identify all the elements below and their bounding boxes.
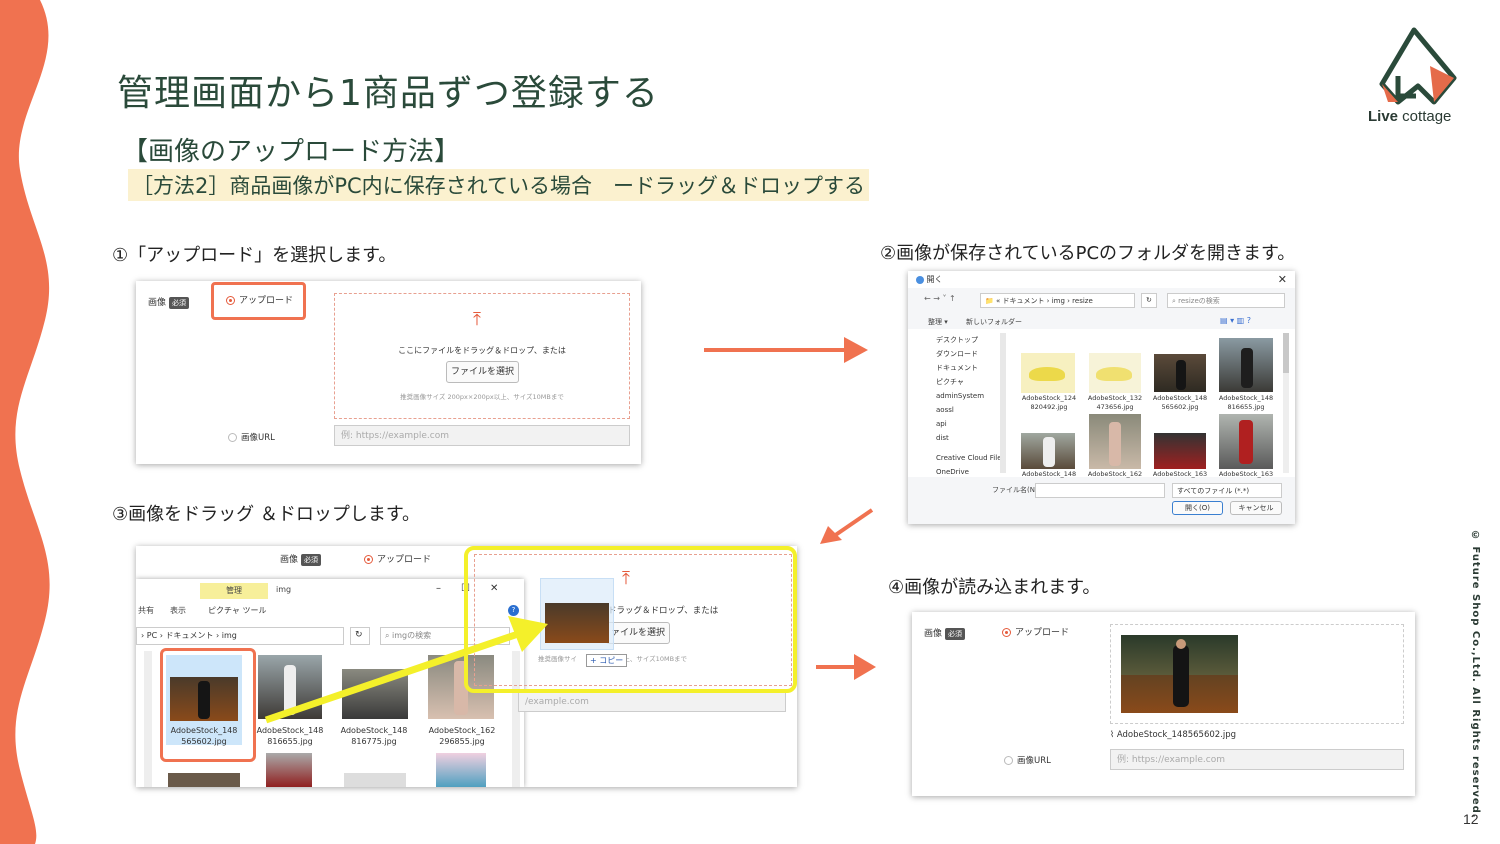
thumbnail-partial[interactable]	[344, 773, 406, 787]
uploaded-filename: ⌇ AdobeStock_148565602.jpg	[1110, 730, 1237, 740]
sidebar-item[interactable]: ピクチャ	[936, 375, 1002, 389]
share-tab[interactable]: 共有	[138, 605, 154, 616]
chrome-icon	[916, 275, 924, 284]
folder-title: img	[276, 585, 292, 594]
dialog-address-bar[interactable]: 📁 « ドキュメント › img › resize	[980, 293, 1135, 308]
close-icon[interactable]: ✕	[1278, 273, 1287, 286]
organize-menu[interactable]: 整理 ▾	[928, 317, 948, 327]
file-name: AdobeStock_148 565602.jpg	[1152, 394, 1208, 411]
method-heading: ［方法2］商品画像がPC内に保存されている場合 ードラッグ＆ドロップする	[128, 169, 870, 201]
file-name: AdobeStock_148	[1021, 470, 1077, 478]
file-dialog-screenshot: 開く ✕ ← → ˅ ↑ 📁 « ドキュメント › img › resize ↻…	[908, 271, 1295, 524]
url-radio[interactable]: 画像URL	[1004, 754, 1051, 766]
filename-input[interactable]	[1035, 483, 1165, 498]
step-4-label: ④画像が読み込まれます。	[888, 577, 1101, 598]
selected-file-highlight	[160, 648, 256, 762]
uploaded-image-preview	[1121, 635, 1238, 713]
view-tab[interactable]: 表示	[170, 605, 186, 616]
url-input[interactable]: /example.com	[518, 692, 786, 712]
manage-tab[interactable]: 管理	[200, 583, 268, 599]
sidebar-item[interactable]: ドキュメント	[936, 361, 1002, 375]
arrow-right-2	[816, 654, 876, 680]
logo-text: Live cottage	[1368, 108, 1452, 125]
highlight-box	[211, 282, 306, 320]
arrow-down-left	[820, 508, 874, 544]
file-name: AdobeStock_163	[1218, 470, 1274, 478]
sidebar-item[interactable]: aossl	[936, 403, 1002, 417]
arrow-right-1	[704, 337, 868, 363]
sidebar-item[interactable]: dist	[936, 431, 1002, 445]
nav-arrows-icon[interactable]: ← → ˅ ↑	[924, 294, 956, 303]
file-name: AdobeStock_148 816655.jpg	[1218, 394, 1274, 411]
cancel-button[interactable]: キャンセル	[1230, 501, 1282, 515]
drag-drop-screenshot: 画像 必須 アップロード 管理 img –☐✕ 共有 表示 ピクチャ ツール ? …	[136, 546, 797, 787]
image-field-label: 画像 必須	[280, 552, 322, 566]
select-file-button[interactable]: ファイルを選択	[446, 361, 519, 383]
thumbnail-woman-autumn[interactable]	[1154, 354, 1206, 392]
thumbnail-woman-red[interactable]	[1219, 414, 1273, 469]
thumbnail-shoes-1[interactable]	[1021, 353, 1075, 393]
dialog-sidebar: デスクトップ ダウンロード ドキュメント ピクチャ adminSystem ao…	[936, 333, 1002, 479]
upload-radio[interactable]: アップロード	[1002, 625, 1069, 638]
explorer-scrollbar[interactable]	[144, 651, 152, 787]
thumbnail-partial[interactable]	[266, 753, 312, 787]
recommend-note: 推奨画像サイズ 200px×200px以上、サイズ10MBまで	[400, 393, 564, 401]
thumbnail-partial[interactable]	[436, 753, 486, 787]
thumbnail-woman-dress[interactable]	[1089, 414, 1141, 469]
thumbnail-shoes-2[interactable]	[1089, 353, 1141, 393]
sidebar-item[interactable]: api	[936, 417, 1002, 431]
upload-icon: ⤒	[473, 309, 481, 330]
url-input[interactable]: 例: https://example.com	[334, 425, 630, 446]
thumbnail-partial[interactable]	[168, 773, 240, 787]
section-subtitle: 【画像のアップロード方法】	[122, 137, 461, 167]
upload-form-screenshot: 画像 必須 アップロード ⤒ ここにファイルをドラッグ＆ドロップ、または ファイル…	[136, 281, 641, 464]
file-name: AdobeStock_162	[1087, 470, 1143, 478]
dialog-search[interactable]: ⌕ resizeの検索	[1167, 293, 1285, 308]
thumbnail-woman-white[interactable]	[1021, 433, 1075, 469]
page-number: 12	[1463, 811, 1479, 827]
refresh-icon[interactable]: ↻	[1141, 293, 1157, 308]
file-name: AdobeStock_162 296855.jpg	[428, 726, 496, 746]
thumbnail-woman-car[interactable]	[1154, 433, 1206, 469]
content-scrollbar[interactable]	[1283, 333, 1289, 473]
image-field-label: 画像 必須	[924, 626, 966, 640]
url-input[interactable]: 例: https://example.com	[1110, 749, 1404, 770]
step-2-label: ②画像が保存されているPCのフォルダを開きます。	[880, 243, 1296, 264]
copyright-notice: © Future Shop Co.,Ltd. All Rights reserv…	[1470, 530, 1481, 819]
new-folder-button[interactable]: 新しいフォルダー	[966, 317, 1022, 327]
url-radio[interactable]: 画像URL	[228, 431, 275, 443]
drop-text: ここにファイルをドラッグ＆ドロップ、または	[398, 346, 566, 355]
decorative-wave	[0, 0, 50, 844]
image-field-label: 画像 必須	[148, 295, 190, 309]
file-name: AdobeStock_163	[1152, 470, 1208, 478]
drag-arrow	[264, 616, 548, 724]
file-name: AdobeStock_148 816655.jpg	[256, 726, 324, 746]
sidebar-item[interactable]: Creative Cloud File	[936, 451, 1002, 465]
file-name: AdobeStock_132 473656.jpg	[1087, 394, 1143, 411]
file-name: AdobeStock_124 820492.jpg	[1021, 394, 1077, 411]
view-options-icon[interactable]: ▤ ▾ ▥ ?	[1220, 316, 1251, 325]
dialog-titlebar: 開く ✕	[908, 271, 1295, 288]
file-type-select[interactable]: すべてのファイル (*.*)	[1172, 483, 1282, 498]
upload-radio[interactable]: アップロード	[364, 552, 431, 565]
file-name: AdobeStock_148 816775.jpg	[340, 726, 408, 746]
sidebar-item[interactable]: OneDrive	[936, 465, 1002, 479]
step-1-label: ①「アップロード」を選択します。	[112, 245, 397, 266]
filename-label: ファイル名(N):	[992, 486, 1041, 494]
attachment-icon: ⌇	[1110, 730, 1117, 740]
thumbnail-woman-fence[interactable]	[1219, 338, 1273, 392]
required-badge: 必須	[169, 296, 190, 309]
page-title: 管理画面から1商品ずつ登録する	[117, 73, 659, 114]
sidebar-scrollbar[interactable]	[1000, 333, 1006, 473]
sidebar-item[interactable]: デスクトップ	[936, 333, 1002, 347]
result-screenshot: 画像 必須 アップロード ⌇ AdobeStock_148565602.jpg 画…	[912, 612, 1415, 796]
sidebar-item[interactable]: ダウンロード	[936, 347, 1002, 361]
open-button[interactable]: 開く(O)	[1172, 501, 1223, 515]
step-3-label: ③画像をドラッグ ＆ドロップします。	[112, 504, 421, 525]
sidebar-item[interactable]: adminSystem	[936, 389, 1002, 403]
